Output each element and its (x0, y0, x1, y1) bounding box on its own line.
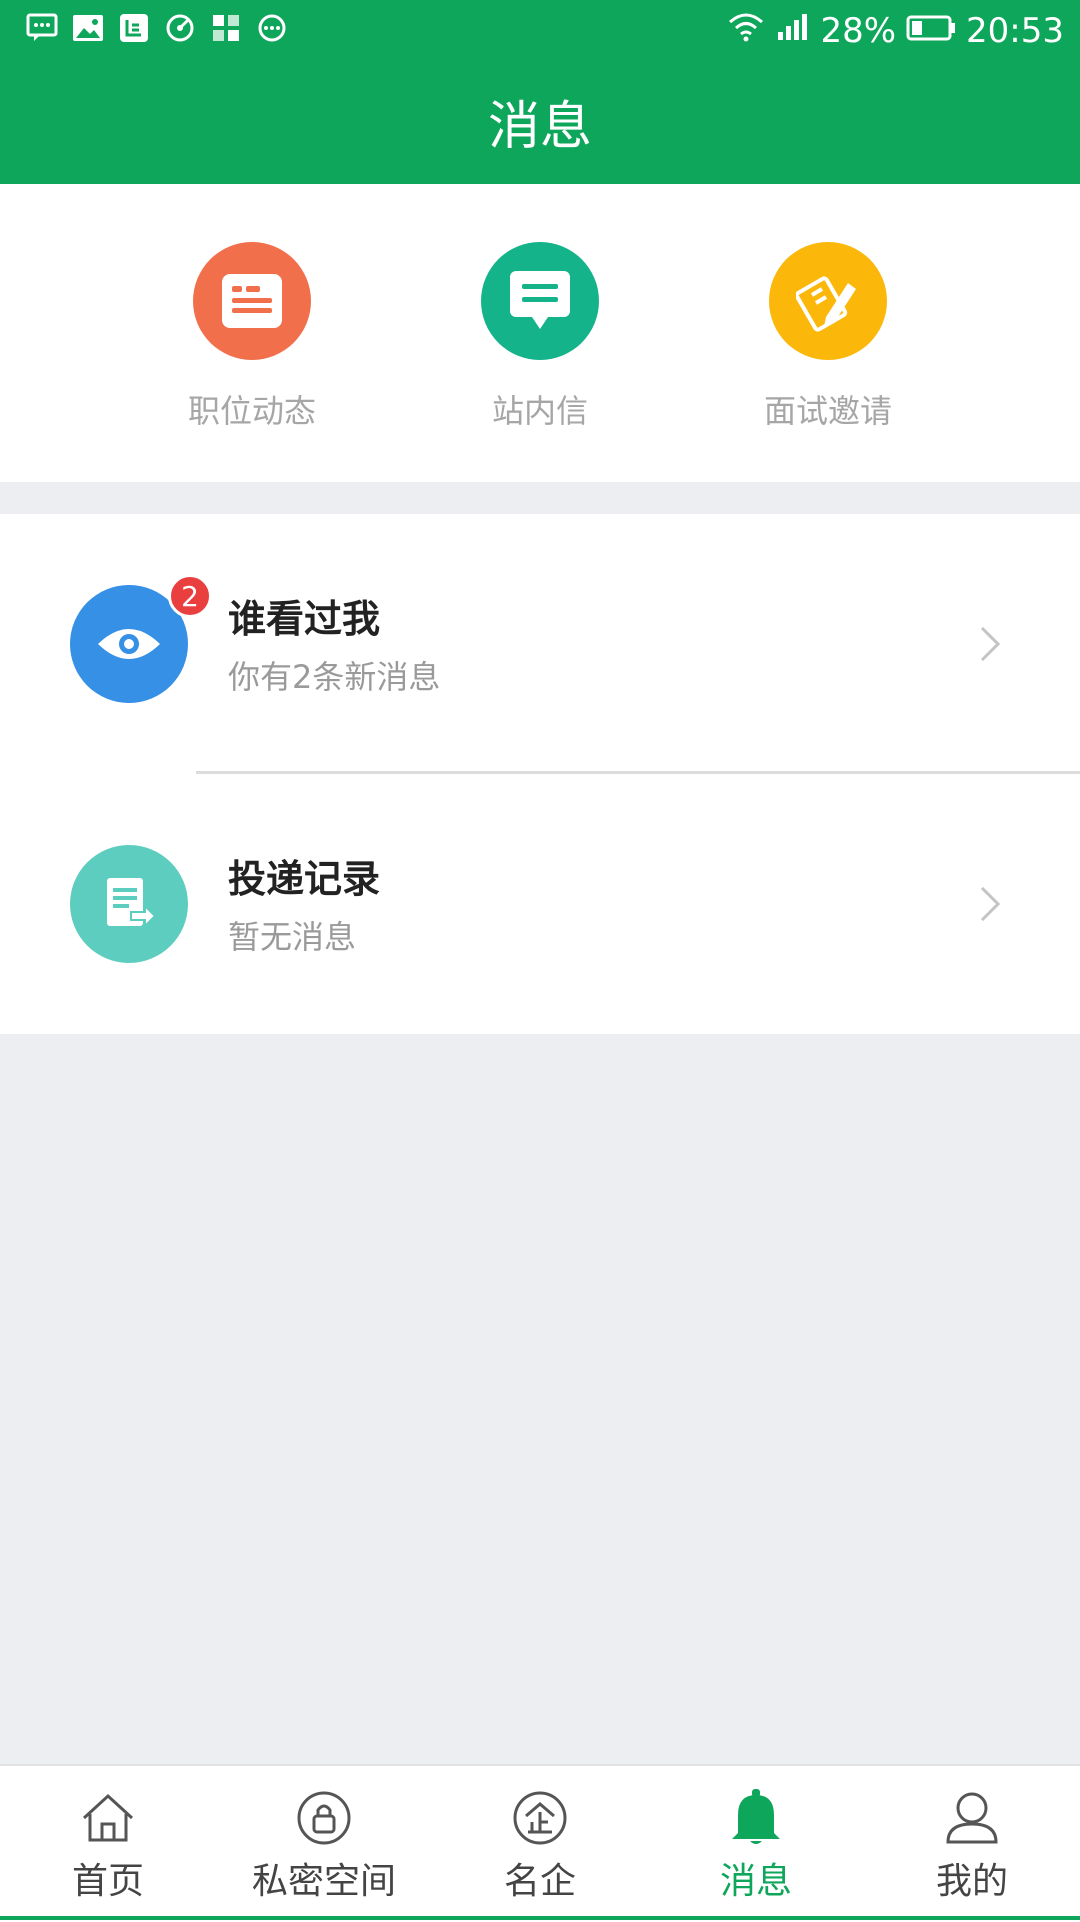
bell-icon (726, 1788, 786, 1848)
unread-badge: 2 (168, 574, 212, 618)
quick-action-job-updates[interactable]: 职位动态 (152, 242, 352, 432)
tab-label: 首页 (71, 1861, 144, 1902)
list-item-subtitle: 暂无消息 (228, 918, 357, 956)
tab-label: 消息 (719, 1861, 792, 1902)
lock-icon (294, 1788, 354, 1848)
list-item-who-viewed-me[interactable]: 2 谁看过我 你有2条新消息 (0, 514, 1080, 774)
wifi-icon (726, 11, 766, 51)
apps-icon (210, 12, 242, 44)
clock: 20:53 (966, 11, 1064, 51)
quick-actions-panel: 职位动态 站内信 面试邀请 (0, 184, 1080, 482)
document-list-icon (193, 242, 311, 360)
list-item-subtitle: 你有2条新消息 (228, 658, 441, 696)
speed-icon (164, 12, 196, 44)
battery-percent: 28% (820, 11, 897, 51)
page-title: 消息 (487, 97, 592, 157)
tab-enterprises[interactable]: 名企 (432, 1766, 648, 1922)
message-icon (26, 12, 58, 44)
enterprise-icon (510, 1788, 570, 1848)
tab-me[interactable]: 我的 (864, 1766, 1080, 1922)
tab-label: 私密空间 (251, 1861, 396, 1902)
chat-message-icon (481, 242, 599, 360)
pencil-edit-icon (769, 242, 887, 360)
chevron-right-icon (970, 874, 1010, 934)
tab-messages[interactable]: 消息 (648, 1766, 864, 1922)
notification-icons (26, 12, 288, 44)
message-list: 2 谁看过我 你有2条新消息 投递记录 暂无消息 (0, 514, 1080, 1034)
tab-label: 名企 (503, 1861, 576, 1902)
quick-action-label: 站内信 (491, 392, 588, 430)
list-item-application-records[interactable]: 投递记录 暂无消息 (0, 774, 1080, 1034)
more-icon (256, 12, 288, 44)
quick-action-inbox[interactable]: 站内信 (440, 242, 640, 432)
chevron-right-icon (970, 614, 1010, 674)
image-icon (72, 12, 104, 44)
person-icon (942, 1788, 1002, 1848)
tab-home[interactable]: 首页 (0, 1766, 216, 1922)
quick-action-interview-invite[interactable]: 面试邀请 (728, 242, 928, 432)
document-send-icon (70, 845, 188, 963)
bottom-accent-line (0, 1916, 1080, 1920)
news-icon (118, 12, 150, 44)
signal-icon (776, 11, 810, 51)
list-item-title: 投递记录 (228, 857, 381, 901)
tab-label: 我的 (935, 1861, 1008, 1902)
quick-action-label: 职位动态 (187, 392, 316, 430)
list-item-title: 谁看过我 (228, 597, 381, 641)
bottom-tab-bar: 首页 私密空间 名企 消息 我的 (0, 1764, 1080, 1922)
status-bar: 28% 20:53 (0, 0, 1080, 62)
home-icon (78, 1788, 138, 1848)
tab-private-space[interactable]: 私密空间 (216, 1766, 432, 1922)
app-header: 28% 20:53 消息 (0, 0, 1080, 184)
system-status: 28% 20:53 (726, 8, 1064, 54)
battery-icon (906, 11, 956, 51)
quick-action-label: 面试邀请 (763, 392, 892, 430)
